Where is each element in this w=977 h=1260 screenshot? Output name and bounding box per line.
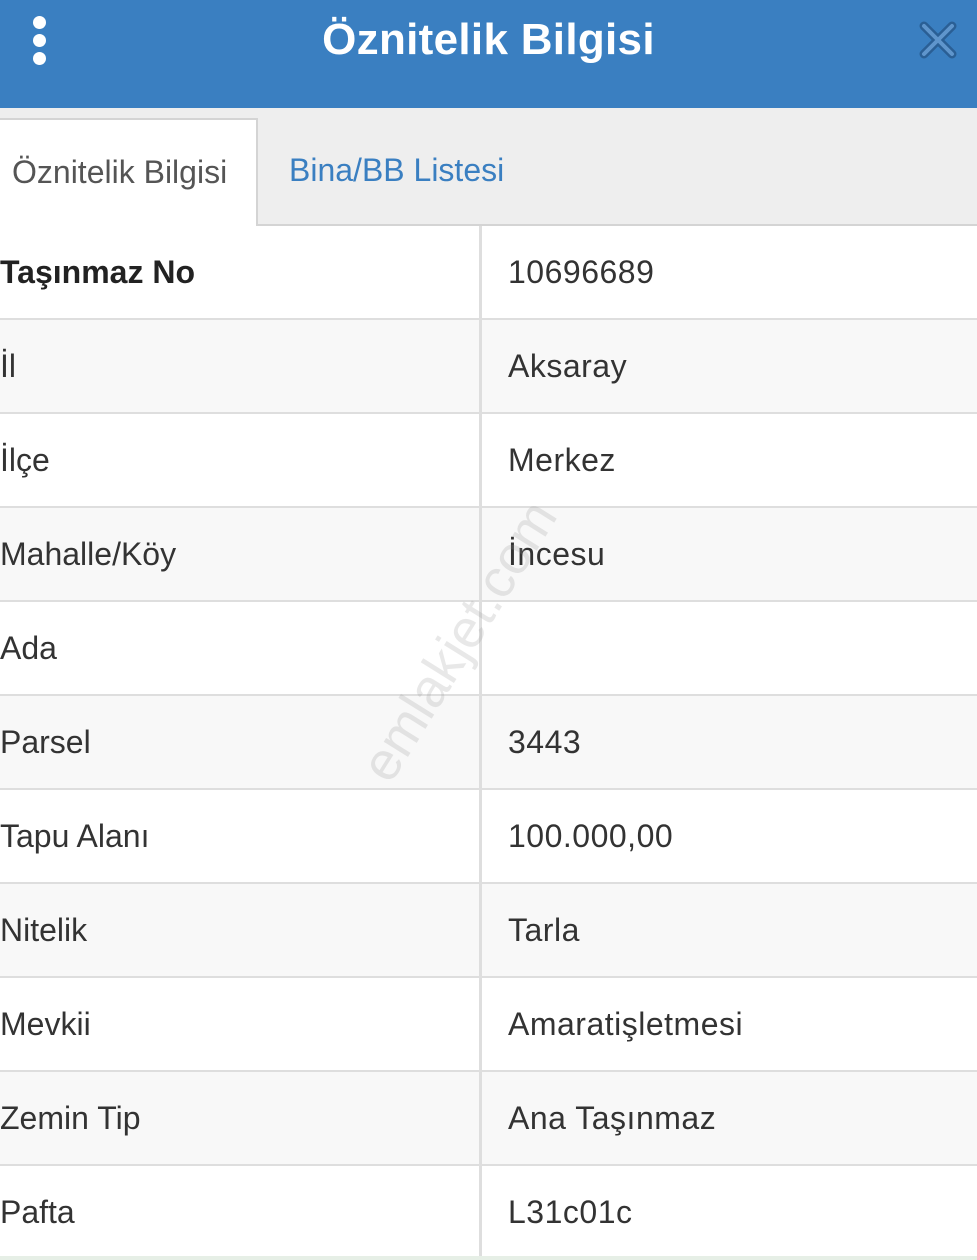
tab-bar: Öznitelik Bilgisi Bina/BB Listesi: [0, 108, 977, 226]
table-row: Pafta L31c01c: [0, 1166, 977, 1260]
table-row: Mahalle/Köy İncesu: [0, 508, 977, 602]
tab-oznitelik-bilgisi[interactable]: Öznitelik Bilgisi: [0, 118, 258, 226]
row-value: 3443: [508, 724, 582, 760]
row-label: İlçe: [0, 414, 482, 506]
table-row: İl Aksaray: [0, 320, 977, 414]
row-label: Mahalle/Köy: [0, 508, 482, 600]
row-value: 10696689: [508, 254, 655, 290]
bottom-divider: [0, 1256, 977, 1260]
row-value: İncesu: [508, 536, 606, 572]
row-label: İl: [0, 320, 482, 412]
page-title: Öznitelik Bilgisi: [322, 15, 655, 64]
row-value: Merkez: [508, 442, 616, 478]
row-label: Mevkii: [0, 978, 482, 1070]
row-value: L31c01c: [508, 1194, 633, 1230]
table-row: Nitelik Tarla: [0, 884, 977, 978]
row-value: Aksaray: [508, 348, 628, 384]
row-label: Parsel: [0, 696, 482, 788]
row-label: Pafta: [0, 1166, 482, 1258]
tab-bina-bb-listesi[interactable]: Bina/BB Listesi: [289, 118, 504, 226]
attribute-table: Taşınmaz No 10696689 İl Aksaray İlçe Mer…: [0, 226, 977, 1260]
row-value: 100.000,00: [508, 818, 674, 854]
table-row: Zemin Tip Ana Taşınmaz: [0, 1072, 977, 1166]
row-label: Tapu Alanı: [0, 790, 482, 882]
close-icon: [919, 21, 957, 59]
row-label: Taşınmaz No: [0, 226, 482, 318]
table-row: Parsel 3443: [0, 696, 977, 790]
row-value: Amaratişletmesi: [508, 1006, 744, 1042]
close-button[interactable]: [918, 20, 958, 60]
table-row: Tapu Alanı 100.000,00: [0, 790, 977, 884]
table-row: Taşınmaz No 10696689: [0, 226, 977, 320]
row-label: Nitelik: [0, 884, 482, 976]
row-value: Tarla: [508, 912, 580, 948]
row-label: Ada: [0, 602, 482, 694]
app-header: Öznitelik Bilgisi: [0, 0, 977, 108]
row-value: Ana Taşınmaz: [508, 1100, 717, 1136]
table-row: Mevkii Amaratişletmesi: [0, 978, 977, 1072]
table-row: Ada: [0, 602, 977, 696]
table-row: İlçe Merkez: [0, 414, 977, 508]
row-label: Zemin Tip: [0, 1072, 482, 1164]
